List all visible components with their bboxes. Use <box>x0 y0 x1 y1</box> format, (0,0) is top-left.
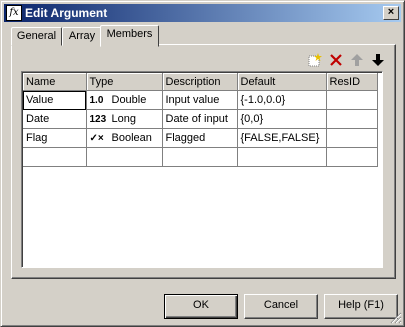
help-button[interactable]: Help (F1) <box>324 294 398 319</box>
column-header-description[interactable]: Description <box>162 73 238 91</box>
boolean-type-icon: ✓× <box>89 132 104 144</box>
cancel-button[interactable]: Cancel <box>244 294 318 319</box>
cell-name[interactable]: Value <box>23 90 87 110</box>
table-row[interactable]: Flag ✓× Boolean Flagged {FALSE,FALSE} <box>23 128 378 148</box>
cell-description[interactable]: Input value <box>162 90 238 110</box>
grid-header-row: Name Type Description Default ResID <box>23 73 378 91</box>
move-down-icon <box>372 54 384 66</box>
type-label: Double <box>111 94 147 106</box>
column-header-name[interactable]: Name <box>23 73 87 91</box>
delete-button[interactable] <box>328 52 344 68</box>
new-row-icon <box>308 53 322 67</box>
cell-empty[interactable] <box>237 147 327 167</box>
type-label: Long <box>111 113 136 125</box>
cell-resid[interactable] <box>326 128 378 148</box>
edit-argument-dialog: fx Edit Argument × General Array Members… <box>0 0 405 327</box>
cell-empty[interactable] <box>23 147 87 167</box>
move-up-icon <box>351 54 363 66</box>
cell-description[interactable]: Flagged <box>162 128 238 148</box>
tab-general-label: General <box>16 30 57 42</box>
cell-type[interactable]: 1.0 Double <box>86 90 163 110</box>
move-down-button[interactable] <box>370 52 386 68</box>
tab-members[interactable]: Members <box>100 25 159 47</box>
long-type-icon: 123 <box>89 113 107 125</box>
cell-resid[interactable] <box>326 90 378 110</box>
cell-empty[interactable] <box>86 147 163 167</box>
cell-name[interactable]: Date <box>23 109 87 129</box>
column-header-type[interactable]: Type <box>86 73 163 91</box>
tab-array[interactable]: Array <box>62 27 102 46</box>
cell-empty[interactable] <box>326 147 378 167</box>
tab-array-label: Array <box>68 30 96 42</box>
window-title: Edit Argument <box>25 6 108 20</box>
fx-icon: fx <box>6 5 22 21</box>
new-row-button[interactable] <box>307 52 323 68</box>
cell-default[interactable]: {-1.0,0.0} <box>237 90 327 110</box>
cell-type[interactable]: ✓× Boolean <box>86 128 163 148</box>
cell-default[interactable]: {0,0} <box>237 109 327 129</box>
cell-empty[interactable] <box>162 147 238 167</box>
double-type-icon: 1.0 <box>89 94 104 106</box>
delete-icon <box>330 54 342 66</box>
column-header-resid[interactable]: ResID <box>326 73 378 91</box>
cell-description[interactable]: Date of input <box>162 109 238 129</box>
members-grid[interactable]: Name Type Description Default ResID Valu… <box>21 71 383 268</box>
table-row[interactable]: Value 1.0 Double Input value {-1.0,0.0} <box>23 90 378 110</box>
empty-row[interactable] <box>23 147 378 167</box>
cell-type[interactable]: 123 Long <box>86 109 163 129</box>
column-header-default[interactable]: Default <box>237 73 327 91</box>
resize-grip-icon[interactable] <box>390 312 402 324</box>
cell-resid[interactable] <box>326 109 378 129</box>
type-label: Boolean <box>111 132 152 144</box>
close-button[interactable]: × <box>383 6 399 20</box>
cell-default[interactable]: {FALSE,FALSE} <box>237 128 327 148</box>
title-bar: fx Edit Argument × <box>4 4 401 22</box>
ok-button[interactable]: OK <box>164 294 238 319</box>
move-up-button[interactable] <box>349 52 365 68</box>
table-row[interactable]: Date 123 Long Date of input {0,0} <box>23 109 378 129</box>
tab-members-label: Members <box>106 28 153 40</box>
tab-general[interactable]: General <box>11 27 62 46</box>
cell-name[interactable]: Flag <box>23 128 87 148</box>
